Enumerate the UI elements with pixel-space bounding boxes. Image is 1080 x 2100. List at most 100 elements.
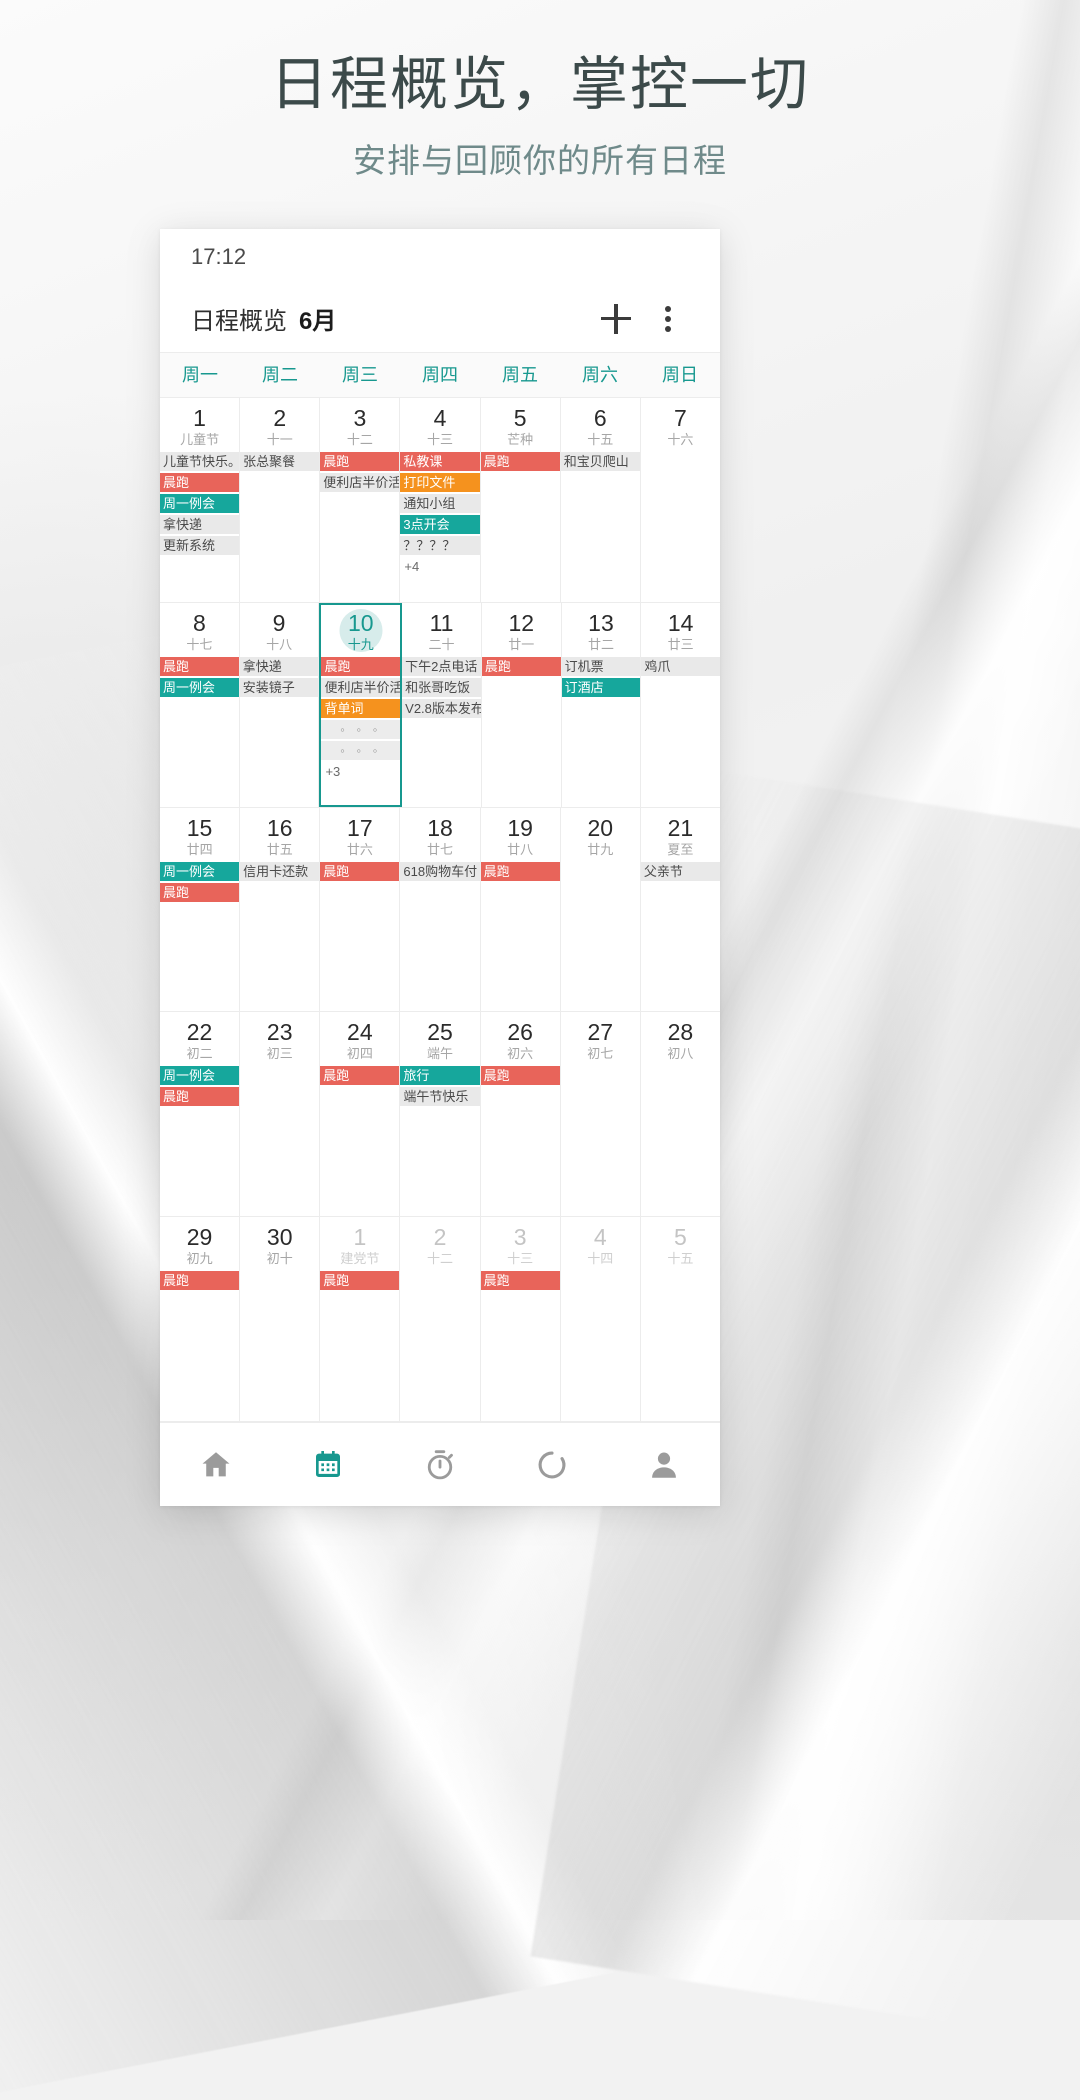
add-event-button[interactable] <box>590 293 642 345</box>
calendar-day-cell[interactable]: 5 芒种 晨跑 <box>480 398 561 602</box>
event-chip[interactable]: 晨跑 <box>320 452 400 471</box>
event-chip[interactable]: 和宝贝爬山 <box>560 452 640 471</box>
calendar-day-cell[interactable]: 17 廿六 晨跑 <box>320 807 401 1012</box>
day-number: 15 <box>186 814 213 841</box>
event-chip[interactable]: 旅行 <box>400 1066 480 1086</box>
event-chip[interactable]: 晨跑 <box>160 1087 240 1107</box>
calendar-day-cell[interactable]: 14 廿三 鸡爪 <box>641 603 720 807</box>
event-chip[interactable]: 晨跑 <box>320 861 400 881</box>
event-chip[interactable]: 周一例会 <box>160 861 240 881</box>
event-chip[interactable]: 订酒店 <box>561 677 641 697</box>
event-chip[interactable]: 晨跑 <box>160 1271 240 1291</box>
calendar-day-cell[interactable]: 1 建党节 晨跑 <box>320 1217 401 1421</box>
calendar-day-cell[interactable]: 19 廿八 晨跑 <box>480 807 561 1012</box>
calendar-day-cell[interactable]: 8 十七 晨跑 周一例会 <box>160 602 240 807</box>
event-chip[interactable]: 周一例会 <box>160 494 240 513</box>
event-chip[interactable]: 端午节快乐 <box>400 1087 480 1107</box>
calendar-day-cell[interactable]: 7 十六 <box>641 398 720 602</box>
event-chip[interactable]: ◦ ◦ ◦ <box>321 740 401 760</box>
event-chip[interactable]: 便利店半价活 <box>321 677 401 697</box>
event-chip[interactable]: 晨跑 <box>320 1066 400 1086</box>
event-chip[interactable]: 私教课 <box>400 452 480 471</box>
calendar-day-cell[interactable]: 5 十五 <box>641 1217 720 1421</box>
calendar-day-cell[interactable]: 28 初八 <box>641 1012 720 1216</box>
calendar-day-cell[interactable]: 4 十四 <box>561 1217 641 1421</box>
day-number: 22 <box>186 1019 213 1046</box>
calendar-day-cell[interactable]: 9 十八 拿快递 安装镜子 <box>239 602 320 807</box>
calendar-day-cell[interactable]: 2 十一 张总聚餐 <box>240 398 321 602</box>
event-chip[interactable]: 晨跑 <box>320 1271 400 1291</box>
event-chip[interactable]: 晨跑 <box>480 1066 560 1086</box>
event-chip[interactable]: 信用卡还款 <box>240 861 320 881</box>
calendar-day-cell[interactable]: 16 廿五 信用卡还款 <box>240 807 321 1012</box>
progress-ring-icon <box>535 1448 569 1482</box>
event-chip[interactable]: 周一例会 <box>160 677 239 697</box>
more-events-label[interactable]: +4 <box>400 557 479 576</box>
calendar-day-cell[interactable]: 22 初二 周一例会 晨跑 <box>160 1012 241 1217</box>
event-chip[interactable]: ？？？？ <box>400 536 480 555</box>
promo-headline: 日程概览，掌控一切 <box>269 52 810 117</box>
calendar-day-cell[interactable]: 13 廿二 订机票 订酒店 <box>561 602 642 807</box>
event-chip[interactable]: 晨跑 <box>480 452 560 471</box>
day-number: 1 <box>353 1224 367 1251</box>
event-chip[interactable]: 晨跑 <box>321 656 401 676</box>
event-chip[interactable]: 通知小组 <box>400 494 480 513</box>
calendar-day-cell[interactable]: 15 廿四 周一例会 晨跑 <box>160 807 241 1012</box>
event-chip[interactable]: 更新系统 <box>160 536 240 555</box>
calendar-day-cell[interactable]: 20 廿九 <box>561 807 641 1012</box>
calendar-day-cell[interactable]: 18 廿七 618购物车付 <box>400 807 481 1012</box>
event-chip[interactable]: 晨跑 <box>480 1271 560 1291</box>
event-chip[interactable]: 便利店半价活 <box>320 473 400 492</box>
event-chip[interactable]: 打印文件 <box>400 473 480 492</box>
overflow-menu-button[interactable] <box>642 293 694 345</box>
calendar-day-cell[interactable]: 21 夏至 父亲节 <box>640 808 720 1012</box>
event-chip[interactable]: 拿快递 <box>239 656 319 676</box>
event-chip[interactable]: V2.8版本发布 <box>402 698 481 718</box>
event-chip[interactable]: 背单词 <box>321 698 401 718</box>
calendar-day-cell[interactable]: 25 端午 旅行 端午节快乐 <box>400 1012 481 1217</box>
day-event-list: 信用卡还款 <box>240 861 320 881</box>
event-chip[interactable]: 订机票 <box>561 656 641 676</box>
calendar-day-cell[interactable]: 24 初四 晨跑 <box>320 1012 401 1217</box>
nav-item-progress-ring[interactable] <box>496 1448 608 1482</box>
nav-item-timer[interactable] <box>384 1448 496 1482</box>
calendar-day-cell[interactable]: 6 十五 和宝贝爬山 <box>560 398 641 602</box>
calendar-day-cell[interactable]: 3 十二 晨跑 便利店半价活 <box>320 398 401 602</box>
calendar-day-cell[interactable]: 10 十九 晨跑 便利店半价活 背单词 ◦ ◦ ◦ ◦ ◦ ◦ +3 <box>319 602 403 807</box>
day-event-list: 晨跑 <box>480 1271 560 1291</box>
calendar-day-cell[interactable]: 23 初三 <box>240 1012 321 1217</box>
calendar-day-cell[interactable]: 30 初十 <box>240 1217 321 1421</box>
calendar-day-cell[interactable]: 29 初九 晨跑 <box>160 1217 241 1421</box>
calendar-day-cell[interactable]: 27 初七 <box>561 1012 641 1217</box>
nav-item-calendar[interactable] <box>272 1449 384 1481</box>
calendar-day-cell[interactable]: 2 十二 <box>400 1217 481 1421</box>
calendar-day-cell[interactable]: 1 儿童节 儿童节快乐。 晨跑 周一例会 拿快递 更新系统 <box>160 398 241 602</box>
nav-item-home[interactable] <box>160 1448 272 1482</box>
calendar-day-cell[interactable]: 26 初六 晨跑 <box>480 1012 561 1217</box>
event-chip[interactable]: 周一例会 <box>160 1066 240 1086</box>
weekday-header: 周一 周二 周三 周四 周五 周六 周日 <box>160 352 720 398</box>
event-chip[interactable]: 安装镜子 <box>239 677 319 697</box>
event-chip[interactable]: 鸡爪 <box>641 656 720 676</box>
event-chip[interactable]: 父亲节 <box>640 861 720 881</box>
event-chip[interactable]: 下午2点电话 <box>402 656 481 676</box>
event-chip[interactable]: 晨跑 <box>160 882 240 902</box>
event-chip[interactable]: ◦ ◦ ◦ <box>321 719 401 739</box>
event-chip[interactable]: 晨跑 <box>481 656 561 676</box>
event-chip[interactable]: 晨跑 <box>480 861 560 881</box>
calendar-day-cell[interactable]: 12 廿一 晨跑 <box>481 602 562 807</box>
calendar-day-cell[interactable]: 3 十三 晨跑 <box>480 1217 561 1421</box>
weekday-label-6: 周日 <box>662 365 698 385</box>
calendar-day-cell[interactable]: 4 十三 私教课 打印文件 通知小组 3点开会 ？？？？ +4 <box>400 398 481 602</box>
more-events-label[interactable]: +3 <box>321 762 400 781</box>
event-chip[interactable]: 晨跑 <box>160 473 240 492</box>
event-chip[interactable]: 张总聚餐 <box>240 452 320 471</box>
event-chip[interactable]: 儿童节快乐。 <box>160 452 240 471</box>
calendar-day-cell[interactable]: 11 二十 下午2点电话 和张哥吃饭 V2.8版本发布 <box>402 602 482 807</box>
event-chip[interactable]: 和张哥吃饭 <box>402 677 481 697</box>
event-chip[interactable]: 618购物车付 <box>400 861 480 881</box>
event-chip[interactable]: 晨跑 <box>160 656 239 676</box>
event-chip[interactable]: 拿快递 <box>160 515 240 534</box>
nav-item-person[interactable] <box>608 1448 720 1482</box>
event-chip[interactable]: 3点开会 <box>400 515 480 534</box>
